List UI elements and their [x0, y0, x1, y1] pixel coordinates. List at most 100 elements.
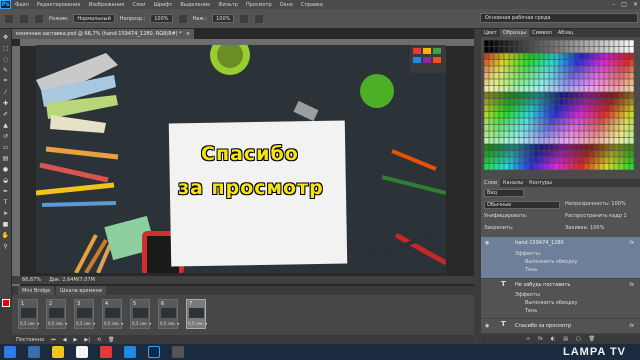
swatch-cell[interactable]: [524, 46, 529, 53]
swatch-cell[interactable]: [519, 124, 524, 131]
swatch-cell[interactable]: [494, 66, 499, 73]
zoom-tool-icon[interactable]: ⚲: [2, 242, 10, 250]
frame-duration[interactable]: 0,5 сек. ▾: [132, 321, 151, 326]
swatch-cell[interactable]: [499, 59, 504, 66]
swatch-cell[interactable]: [629, 131, 634, 138]
swatch-cell[interactable]: [494, 131, 499, 138]
swatch-cell[interactable]: [604, 150, 609, 157]
menu-filter[interactable]: Фильтр: [214, 2, 242, 8]
swatch-cell[interactable]: [524, 157, 529, 164]
swatch-cell[interactable]: [554, 157, 559, 164]
swatch-cell[interactable]: [509, 85, 514, 92]
swatch-cell[interactable]: [544, 118, 549, 125]
frame-duration[interactable]: 0,5 сек. ▾: [104, 321, 123, 326]
swatch-cell[interactable]: [554, 150, 559, 157]
swatch-cell[interactable]: [514, 72, 519, 79]
swatch-cell[interactable]: [509, 46, 514, 53]
frame-duration[interactable]: 0,5 сек. ▾: [76, 321, 95, 326]
swatch-cell[interactable]: [489, 111, 494, 118]
swatch-cell[interactable]: [549, 118, 554, 125]
swatch-cell[interactable]: [539, 105, 544, 112]
swatch-cell[interactable]: [589, 137, 594, 144]
swatch-cell[interactable]: [609, 59, 614, 66]
swatch-cell[interactable]: [559, 66, 564, 73]
eraser-tool-icon[interactable]: ▭: [2, 143, 10, 151]
swatch-cell[interactable]: [539, 157, 544, 164]
swatch-cell[interactable]: [599, 144, 604, 151]
swatch-cell[interactable]: [549, 98, 554, 105]
layer-row[interactable]: ◉ hand-159474_1280 fx Эффекты Выполнить …: [481, 237, 640, 279]
swatch-cell[interactable]: [584, 59, 589, 66]
swatch-cell[interactable]: [629, 66, 634, 73]
zoom-level[interactable]: 66,67%: [22, 277, 41, 283]
swatch-cell[interactable]: [614, 59, 619, 66]
swatch-cell[interactable]: [534, 59, 539, 66]
swatch-cell[interactable]: [589, 46, 594, 53]
swatch-cell[interactable]: [504, 131, 509, 138]
swatch-cell[interactable]: [559, 144, 564, 151]
swatch-cell[interactable]: [499, 40, 504, 47]
swatch-cell[interactable]: [494, 59, 499, 66]
swatch-cell[interactable]: [564, 59, 569, 66]
link-layers-icon[interactable]: ∞: [526, 336, 530, 342]
swatch-cell[interactable]: [589, 79, 594, 86]
swatch-cell[interactable]: [624, 40, 629, 47]
swatch-cell[interactable]: [534, 40, 539, 47]
swatch-cell[interactable]: [564, 163, 569, 170]
swatch-cell[interactable]: [494, 163, 499, 170]
swatch-cell[interactable]: [484, 46, 489, 53]
swatch-cell[interactable]: [524, 111, 529, 118]
swatch-cell[interactable]: [584, 66, 589, 73]
swatch-cell[interactable]: [559, 79, 564, 86]
swatch-cell[interactable]: [504, 163, 509, 170]
shape-tool-icon[interactable]: ■: [2, 220, 10, 228]
swatch-cell[interactable]: [564, 150, 569, 157]
fill-value[interactable]: 100%: [590, 225, 604, 231]
new-layer-icon[interactable]: ▢: [576, 336, 581, 342]
swatch-cell[interactable]: [579, 98, 584, 105]
swatch-cell[interactable]: [609, 144, 614, 151]
swatch-cell[interactable]: [539, 85, 544, 92]
swatch-cell[interactable]: [614, 163, 619, 170]
swatch-cell[interactable]: [504, 111, 509, 118]
swatch-cell[interactable]: [614, 144, 619, 151]
swatch-cell[interactable]: [574, 150, 579, 157]
swatch-cell[interactable]: [499, 131, 504, 138]
swatch-cell[interactable]: [599, 150, 604, 157]
swatch-cell[interactable]: [624, 66, 629, 73]
swatch-cell[interactable]: [534, 66, 539, 73]
swatch-cell[interactable]: [594, 137, 599, 144]
swatch-cell[interactable]: [524, 72, 529, 79]
swatch-cell[interactable]: [539, 46, 544, 53]
swatch-cell[interactable]: [529, 72, 534, 79]
chrome-icon[interactable]: [76, 346, 88, 358]
swatch-cell[interactable]: [494, 53, 499, 60]
path-select-tool-icon[interactable]: ➤: [2, 209, 10, 217]
swatch-cell[interactable]: [589, 144, 594, 151]
swatch-cell[interactable]: [529, 111, 534, 118]
swatch-cell[interactable]: [514, 157, 519, 164]
swatch-cell[interactable]: [494, 105, 499, 112]
timeline-frame[interactable]: 2 0,5 сек. ▾: [46, 299, 67, 329]
swatch-cell[interactable]: [549, 150, 554, 157]
swatch-cell[interactable]: [509, 118, 514, 125]
layer-filter-select[interactable]: Вид: [484, 189, 524, 197]
swatch-cell[interactable]: [604, 85, 609, 92]
swatch-cell[interactable]: [529, 98, 534, 105]
swatch-cell[interactable]: [569, 98, 574, 105]
swatch-cell[interactable]: [534, 85, 539, 92]
swatch-cell[interactable]: [619, 40, 624, 47]
tab-paths[interactable]: Контуры: [526, 179, 555, 187]
swatch-cell[interactable]: [589, 72, 594, 79]
swatch-cell[interactable]: [594, 131, 599, 138]
swatch-cell[interactable]: [534, 98, 539, 105]
pressure-opacity-icon[interactable]: [177, 13, 188, 24]
swatch-cell[interactable]: [619, 59, 624, 66]
folder-icon[interactable]: [52, 346, 64, 358]
swatch-cell[interactable]: [614, 105, 619, 112]
tab-paragraph[interactable]: Абзац: [555, 29, 577, 37]
swatch-cell[interactable]: [559, 163, 564, 170]
swatch-cell[interactable]: [629, 118, 634, 125]
swatch-cell[interactable]: [619, 85, 624, 92]
swatch-cell[interactable]: [484, 111, 489, 118]
